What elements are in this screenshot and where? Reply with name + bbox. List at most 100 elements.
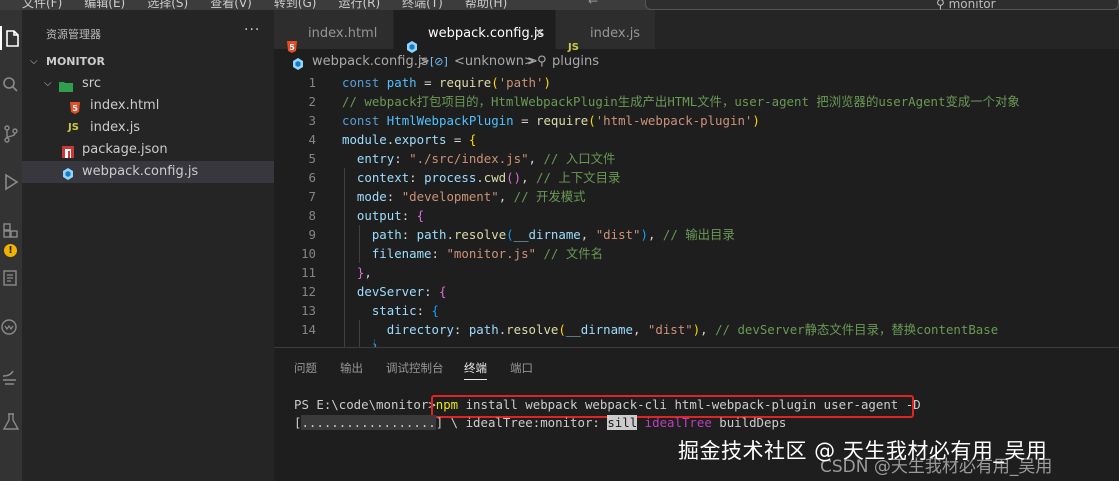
tab-terminal[interactable]: 终端: [464, 360, 487, 380]
code-line: 5 entry: "./src/index.js", // 入口文件: [274, 149, 1119, 168]
variable-symbol-icon: [⊘]: [430, 55, 448, 68]
explorer-icon[interactable]: [0, 26, 22, 50]
line-number: 8: [308, 208, 316, 223]
tab-index-js[interactable]: JS index.js: [556, 10, 656, 53]
tree-item-src[interactable]: ⌵ src: [22, 73, 274, 95]
code-line: }: [274, 339, 1119, 347]
warning-badge-icon: !: [4, 244, 17, 257]
tab-webpack-config[interactable]: webpack.config.js ×: [394, 10, 556, 53]
editor-tabs: 5 index.html webpack.config.js × JS inde…: [274, 10, 1119, 53]
close-tab-icon[interactable]: ×: [534, 10, 545, 57]
code-line: 7 mode: "development", // 开发模式: [274, 187, 1119, 206]
line-number: 3: [308, 113, 316, 128]
command-center-text: monitor: [948, 0, 996, 10]
wechat-devtools-icon[interactable]: [0, 315, 22, 339]
terminal-progress-line: [..................] \ idealTree:monitor…: [294, 415, 786, 430]
line-number: 12: [301, 284, 316, 299]
juejin-watermark: 掘金技术社区 @ 天生我材必有用_吴用: [678, 439, 1048, 463]
tree-item-index-html[interactable]: 5 index.html: [22, 95, 274, 117]
title-bar: 文件(F) 编辑(E) 选择(S) 查看(V) 转到(G) 运行(R) 终端(T…: [0, 0, 1119, 10]
extensions-icon[interactable]: [0, 218, 22, 242]
tree-item-index-js[interactable]: JS index.js: [22, 117, 274, 139]
line-number: 13: [301, 303, 316, 318]
command-center-search[interactable]: ⚲ monitor: [645, 0, 1119, 10]
line-number: 5: [308, 151, 316, 166]
tree-item-package-json[interactable]: package.json: [22, 139, 274, 161]
line-number: 1: [308, 75, 316, 90]
menu-terminal[interactable]: 终端(T): [402, 0, 443, 10]
chevron-down-icon: ⌵: [44, 78, 52, 89]
tree-item-webpack-config[interactable]: webpack.config.js: [22, 161, 274, 183]
more-actions-icon[interactable]: ···: [244, 22, 260, 38]
breadcrumb: webpack.config.js > [⊘] <unknown> > ⚲ pl…: [274, 51, 1119, 73]
menu-selection[interactable]: 选择(S): [147, 0, 188, 10]
remote-explorer-icon[interactable]: [0, 266, 22, 290]
tab-debug-console[interactable]: 调试控制台: [386, 360, 444, 380]
sidebar-title: 资源管理器: [46, 28, 101, 41]
activity-bar: !: [0, 10, 22, 481]
menu-run[interactable]: 运行(R): [338, 0, 380, 10]
svg-text:5: 5: [72, 104, 78, 113]
webpack-icon: [62, 166, 74, 180]
line-number: 2: [308, 94, 316, 109]
terminal-progress-text: \ idealTree:monitor:: [443, 415, 608, 430]
code-line: 14 directory: path.resolve(__dirname, "d…: [274, 320, 1119, 339]
code-line: 8 output: {: [274, 206, 1119, 225]
breadcrumb-symbol[interactable]: <unknown>: [454, 51, 535, 73]
line-number: 10: [301, 246, 316, 261]
tree-item-label: index.html: [90, 98, 160, 113]
code-editor[interactable]: 1 const path = require('path') 2// webpac…: [274, 73, 1119, 347]
chevron-down-icon: ⌵: [30, 56, 38, 67]
tab-label: index.html: [308, 26, 378, 41]
line-number: 14: [301, 322, 316, 337]
tab-label: webpack.config.js: [428, 26, 545, 41]
tab-output[interactable]: 输出: [340, 360, 363, 380]
js-file-icon: JS: [68, 122, 79, 133]
run-debug-icon[interactable]: [0, 170, 22, 194]
menu-go[interactable]: 转到(G): [274, 0, 317, 10]
tab-ports[interactable]: 端口: [510, 360, 533, 380]
code-line: 9 path: path.resolve(__dirname, "dist"),…: [274, 225, 1119, 244]
menu-edit[interactable]: 编辑(E): [84, 0, 125, 10]
source-control-icon[interactable]: [0, 122, 22, 146]
terminal-log-level: sill: [607, 415, 638, 430]
tree-item-label: package.json: [82, 142, 168, 157]
tree-root-monitor[interactable]: ⌵ MONITOR: [22, 51, 274, 73]
line-number: 4: [308, 132, 316, 147]
terminal-prompt: PS E:\code\monitor>: [294, 397, 436, 412]
tree-item-label: src: [82, 76, 101, 91]
code-line: 13 static: {: [274, 301, 1119, 320]
menu-help[interactable]: 帮助(H): [465, 0, 507, 10]
sidebar-header: 资源管理器 ···: [22, 10, 274, 52]
code-line: 11 },: [274, 263, 1119, 282]
terminal-progress-dots: ..................: [301, 415, 436, 430]
tab-index-html[interactable]: 5 index.html: [274, 10, 394, 53]
menu-file[interactable]: 文件(F): [22, 0, 62, 10]
code-line: 1 const path = require('path'): [274, 73, 1119, 92]
breadcrumb-property[interactable]: plugins: [552, 51, 599, 73]
menu-view[interactable]: 查看(V): [210, 0, 252, 10]
line-number: 6: [308, 170, 316, 185]
breadcrumb-file[interactable]: webpack.config.js: [312, 51, 428, 73]
search-icon[interactable]: [0, 72, 22, 96]
nav-back-icon[interactable]: ←: [588, 0, 598, 8]
explorer-sidebar: 资源管理器 ··· ⌵ MONITOR ⌵ src 5 index.html J…: [22, 10, 274, 481]
line-number: 7: [308, 189, 316, 204]
search-icon: ⚲: [936, 0, 949, 10]
breadcrumb-separator: >: [419, 54, 430, 69]
tree-item-label: webpack.config.js: [82, 164, 199, 179]
testing-icon[interactable]: [0, 410, 22, 434]
tree-root-label: MONITOR: [46, 55, 105, 68]
code-line: 6 context: process.cwd(), // 上下文目录: [274, 168, 1119, 187]
docker-icon[interactable]: [0, 364, 22, 388]
tree-item-label: index.js: [90, 120, 141, 135]
npm-icon: [62, 144, 74, 158]
tab-problems[interactable]: 问题: [294, 360, 317, 380]
menu-bar: 文件(F) 编辑(E) 选择(S) 查看(V) 转到(G) 运行(R) 终端(T…: [22, 0, 507, 10]
terminal-stage: idealTree: [637, 415, 712, 430]
code-line: 10 filename: "monitor.js" // 文件名: [274, 244, 1119, 263]
editor-area: 5 index.html webpack.config.js × JS inde…: [274, 10, 1119, 347]
code-line: 3 const HtmlWebpackPlugin = require('html…: [274, 111, 1119, 130]
code-line: 12 devServer: {: [274, 282, 1119, 301]
terminal-tail: buildDeps: [711, 415, 787, 430]
